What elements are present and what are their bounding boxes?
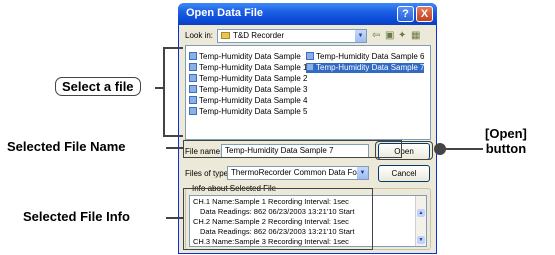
look-in-value: T&D Recorder [233, 31, 285, 40]
new-folder-icon[interactable]: ✦ [398, 30, 406, 41]
callout-line [445, 148, 483, 150]
file-item[interactable]: Temp-Humidity Data Sample [189, 52, 301, 62]
up-folder-icon[interactable]: ▣ [385, 30, 394, 41]
info-highlight [183, 188, 373, 250]
data-file-icon [189, 74, 197, 82]
close-button[interactable]: X [416, 6, 433, 22]
look-in-combo[interactable]: T&D Recorder ▼ [217, 29, 367, 43]
data-file-icon [189, 85, 197, 93]
view-menu-icon[interactable]: ▦ [411, 30, 420, 41]
file-item[interactable]: Temp-Humidity Data Sample 2 [189, 74, 307, 84]
callout-line [163, 47, 183, 49]
back-icon[interactable]: ⇦ [372, 30, 380, 41]
folder-icon [221, 32, 230, 39]
dropdown-arrow-icon[interactable]: ▼ [357, 167, 368, 179]
file-item-selected[interactable]: Temp-Humidity Data Sample 7 [306, 63, 425, 73]
files-of-type-select[interactable]: ThermoRecorder Common Data Format(*.trx)… [227, 166, 369, 180]
scroll-down-icon[interactable]: ▼ [417, 236, 425, 244]
help-button[interactable]: ? [397, 6, 414, 22]
callout-bracket [163, 47, 165, 137]
data-file-icon [189, 96, 197, 104]
callout-line [166, 217, 183, 219]
selected-file-info-callout: Selected File Info [23, 209, 130, 224]
selected-file-name-callout: Selected File Name [7, 139, 126, 154]
cancel-button[interactable]: Cancel [378, 165, 430, 182]
file-item[interactable]: Temp-Humidity Data Sample 6 [306, 52, 424, 62]
file-list: Temp-Humidity Data Sample Temp-Humidity … [185, 45, 431, 140]
look-in-label: Look in: [185, 31, 214, 40]
callout-line [155, 87, 163, 89]
select-file-callout: Select a file [55, 77, 141, 96]
data-file-icon [189, 107, 197, 115]
scroll-up-icon[interactable]: ▲ [417, 209, 425, 217]
title-bar: Open Data File ? X [178, 3, 437, 25]
files-of-type-label: Files of type: [185, 169, 231, 178]
file-item[interactable]: Temp-Humidity Data Sample 1 [189, 63, 307, 73]
dialog-title: Open Data File [186, 7, 264, 19]
open-button-callout: [Open] button [485, 126, 527, 156]
data-file-icon [189, 52, 197, 60]
info-scrollbar[interactable]: ▲ ▼ [415, 196, 426, 246]
file-item[interactable]: Temp-Humidity Data Sample 4 [189, 96, 307, 106]
open-button-highlight [375, 141, 433, 160]
callout-line [166, 147, 183, 149]
callout-line [163, 135, 183, 137]
file-item[interactable]: Temp-Humidity Data Sample 5 [189, 107, 307, 117]
file-name-highlight [183, 140, 402, 158]
data-file-icon [306, 63, 314, 71]
data-file-icon [306, 52, 314, 60]
data-file-icon [189, 63, 197, 71]
dropdown-arrow-icon[interactable]: ▼ [355, 30, 366, 42]
file-item[interactable]: Temp-Humidity Data Sample 3 [189, 85, 307, 95]
